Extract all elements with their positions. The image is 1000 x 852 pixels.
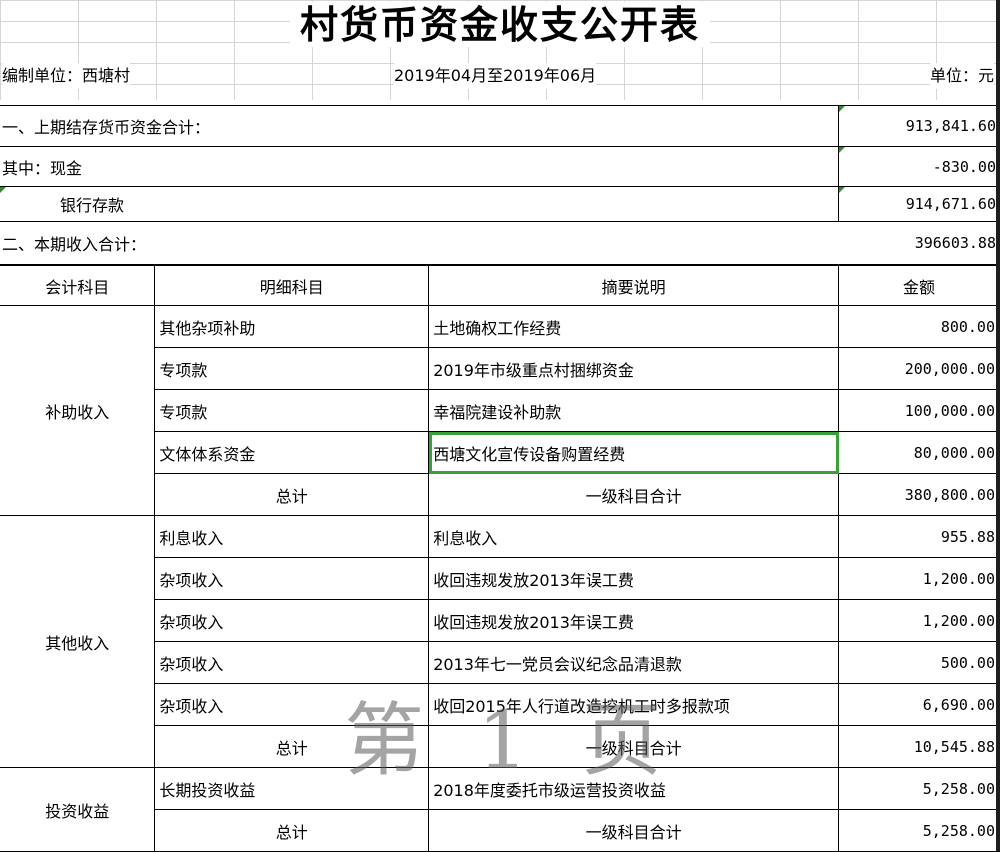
description-cell[interactable]: 幸福院建设补助款 (428, 389, 840, 432)
income-table: 会计科目 明细科目 摘要说明 金额 补助收入 其他杂项补助 土地确权工作经费 8… (0, 265, 1000, 852)
amount-cell[interactable]: 80,000.00 (838, 431, 1000, 474)
total-amount-cell[interactable]: 380,800.00 (838, 473, 1000, 516)
detail-cell[interactable]: 杂项收入 (154, 683, 430, 726)
detail-cell[interactable]: 其他杂项补助 (154, 305, 430, 348)
detail-cell[interactable]: 长期投资收益 (154, 767, 430, 810)
total-description-cell[interactable]: 一级科目合计 (428, 473, 840, 516)
summary-amount: 913,841.60 (905, 117, 996, 135)
total-label-cell[interactable]: 总计 (154, 473, 430, 516)
amount-cell[interactable]: 955.88 (838, 515, 1000, 558)
summary-label: 银行存款 (60, 196, 125, 215)
summary-amount: -830.00 (932, 157, 996, 176)
description-cell[interactable]: 2019年市级重点村捆绑资金 (428, 347, 840, 390)
summary-row-bank[interactable]: 银行存款 914,671.60 (0, 187, 1000, 222)
summary-amount: 914,671.60 (905, 195, 996, 213)
amount-cell[interactable]: 100,000.00 (838, 389, 1000, 432)
amount-cell[interactable]: 200,000.00 (838, 347, 1000, 390)
period-label: 2019年04月至2019年06月 (394, 63, 597, 89)
description-cell[interactable]: 2018年度委托市级运营投资收益 (428, 767, 840, 810)
description-cell[interactable]: 收回违规发放2013年误工费 (428, 557, 840, 600)
amount-cell[interactable]: 800.00 (838, 305, 1000, 348)
amount-cell[interactable]: 500.00 (838, 641, 1000, 684)
org-unit-label: 编制单位：西塘村 (2, 63, 131, 89)
total-amount-cell[interactable]: 10,545.88 (838, 725, 1000, 768)
table-row: 补助收入 其他杂项补助 土地确权工作经费 800.00 (0, 305, 1000, 516)
table-row: 其他收入 利息收入 利息收入 955.88 (0, 515, 1000, 768)
summary-row-prior-balance[interactable]: 一、上期结存货币资金合计： 913,841.60 (0, 105, 1000, 147)
description-cell[interactable]: 2013年七一党员会议纪念品清退款 (428, 641, 840, 684)
header-account[interactable]: 会计科目 (0, 265, 156, 306)
description-cell[interactable]: 收回违规发放2013年误工费 (428, 599, 840, 642)
summary-row-cash[interactable]: 其中：现金 -830.00 (0, 147, 1000, 187)
summary-row-income[interactable]: 二、本期收入合计： 396603.88 (0, 222, 1000, 265)
table-header-row: 会计科目 明细科目 摘要说明 金额 (0, 265, 1000, 306)
window-edge (996, 0, 1000, 851)
header-description[interactable]: 摘要说明 (428, 265, 840, 306)
comment-marker-icon (0, 187, 6, 193)
amount-cell[interactable]: 5,258.00 (838, 767, 1000, 810)
description-cell[interactable]: 收回2015年人行道改造挖机工时多报款项 (428, 683, 840, 726)
amount-cell[interactable]: 1,200.00 (838, 599, 1000, 642)
category-cell[interactable]: 投资收益 (0, 767, 156, 852)
total-amount-cell[interactable]: 5,258.00 (838, 809, 1000, 852)
total-label-cell[interactable]: 总计 (154, 809, 430, 852)
summary-label: 其中：现金 (2, 158, 83, 178)
total-description-cell[interactable]: 一级科目合计 (428, 809, 840, 852)
title-text: 村货币资金收支公开表 (289, 2, 710, 47)
header-amount[interactable]: 金额 (838, 265, 1000, 306)
total-label-cell[interactable]: 总计 (154, 725, 430, 768)
detail-cell[interactable]: 文体体系资金 (154, 431, 430, 474)
detail-cell[interactable]: 杂项收入 (154, 599, 430, 642)
selected-description-cell[interactable]: 西塘文化宣传设备购置经费 (428, 431, 840, 474)
description-cell[interactable]: 利息收入 (428, 515, 840, 558)
detail-cell[interactable]: 杂项收入 (154, 641, 430, 684)
header-detail[interactable]: 明细科目 (154, 265, 430, 306)
detail-cell[interactable]: 杂项收入 (154, 557, 430, 600)
summary-label: 一、上期结存货币资金合计： (2, 118, 211, 137)
category-cell[interactable]: 其他收入 (0, 515, 156, 768)
comment-marker-icon (839, 187, 845, 193)
comment-marker-icon (839, 106, 845, 112)
description-cell[interactable]: 土地确权工作经费 (428, 305, 840, 348)
amount-cell[interactable]: 6,690.00 (838, 683, 1000, 726)
total-description-cell[interactable]: 一级科目合计 (428, 725, 840, 768)
page-title: 村货币资金收支公开表 (0, 0, 1000, 52)
summary-amount: 396603.88 (914, 234, 996, 252)
comment-marker-icon (839, 147, 845, 153)
detail-cell[interactable]: 专项款 (154, 389, 430, 432)
category-cell[interactable]: 补助收入 (0, 305, 156, 516)
table-row: 投资收益 长期投资收益 2018年度委托市级运营投资收益 5,258.00 (0, 767, 1000, 852)
summary-label: 二、本期收入合计： (2, 235, 147, 254)
currency-unit-label: 单位：元 (929, 63, 994, 89)
detail-cell[interactable]: 专项款 (154, 347, 430, 390)
detail-cell[interactable]: 利息收入 (154, 515, 430, 558)
amount-cell[interactable]: 1,200.00 (838, 557, 1000, 600)
